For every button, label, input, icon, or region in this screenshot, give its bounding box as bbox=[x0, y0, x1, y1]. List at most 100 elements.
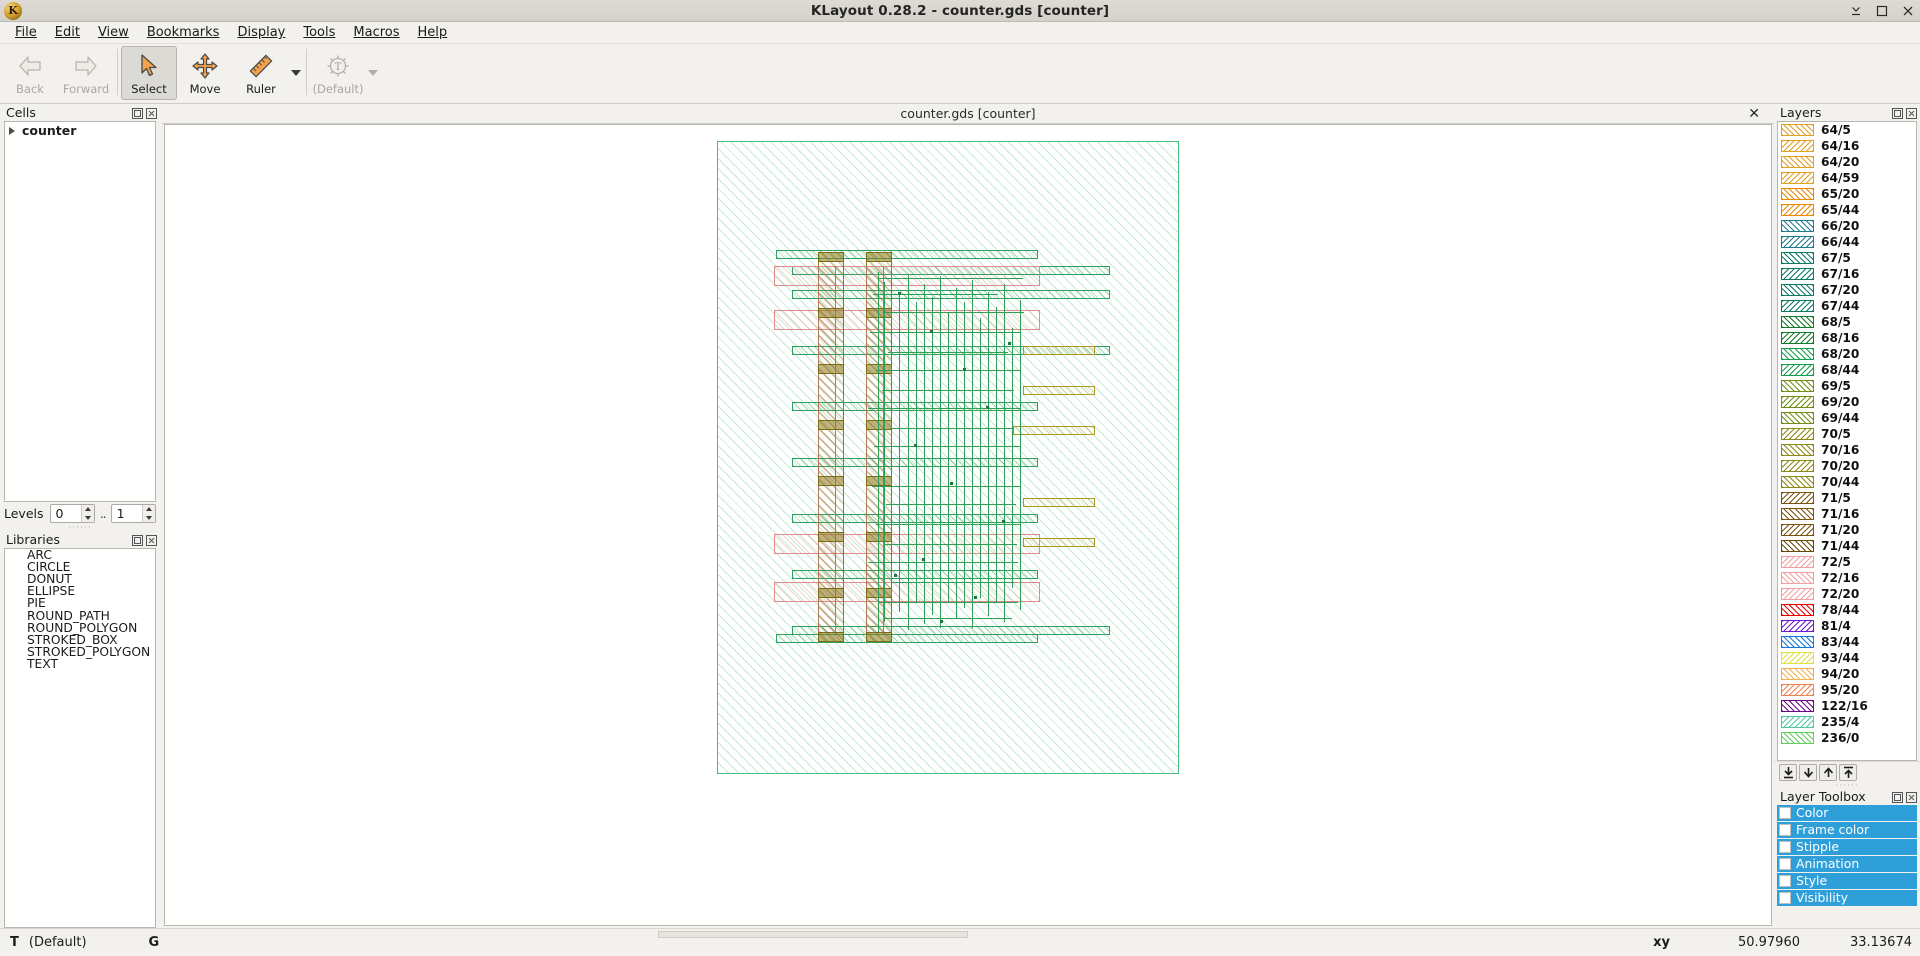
layer-row[interactable]: 68/5 bbox=[1778, 314, 1916, 330]
layer-toolbox-list[interactable]: Color Frame color Stipple Animation Style Vis… bbox=[1777, 805, 1917, 907]
layer-swatch[interactable] bbox=[1781, 316, 1814, 328]
layer-swatch[interactable] bbox=[1781, 444, 1814, 456]
layer-swatch[interactable] bbox=[1781, 124, 1814, 136]
menu-tools[interactable]: Tools bbox=[294, 23, 344, 42]
levels-from-up[interactable] bbox=[81, 505, 94, 514]
layer-row[interactable]: 64/20 bbox=[1778, 154, 1916, 170]
layer-row[interactable]: 70/20 bbox=[1778, 458, 1916, 474]
layer-row[interactable]: 69/44 bbox=[1778, 410, 1916, 426]
layer-row[interactable]: 70/44 bbox=[1778, 474, 1916, 490]
layer-row[interactable]: 71/16 bbox=[1778, 506, 1916, 522]
move-up-button[interactable] bbox=[1819, 764, 1837, 781]
checkbox[interactable] bbox=[1779, 823, 1791, 836]
forward-button[interactable]: Forward bbox=[58, 46, 114, 100]
menu-bookmarks[interactable]: Bookmarks bbox=[138, 23, 229, 42]
layers-close-icon[interactable] bbox=[1906, 107, 1917, 119]
layer-row[interactable]: 72/16 bbox=[1778, 570, 1916, 586]
layer-row[interactable]: 70/16 bbox=[1778, 442, 1916, 458]
layer-row[interactable]: 122/16 bbox=[1778, 698, 1916, 714]
toolbox-float-icon[interactable] bbox=[1892, 791, 1903, 803]
checkbox[interactable] bbox=[1779, 840, 1791, 853]
select-tool-button[interactable]: Select bbox=[121, 46, 177, 100]
layer-swatch[interactable] bbox=[1781, 652, 1814, 664]
library-item[interactable]: TEXT bbox=[5, 657, 155, 671]
layer-row[interactable]: 65/20 bbox=[1778, 186, 1916, 202]
layer-swatch[interactable] bbox=[1781, 364, 1814, 376]
layer-swatch[interactable] bbox=[1781, 524, 1814, 536]
layer-row[interactable]: 67/5 bbox=[1778, 250, 1916, 266]
layers-float-icon[interactable] bbox=[1892, 107, 1903, 119]
layer-swatch[interactable] bbox=[1781, 220, 1814, 232]
menu-help[interactable]: Help bbox=[409, 23, 457, 42]
layer-swatch[interactable] bbox=[1781, 700, 1814, 712]
move-to-top-button[interactable] bbox=[1839, 764, 1857, 781]
ruler-tool-button[interactable]: Ruler bbox=[233, 46, 289, 100]
close-icon[interactable] bbox=[1902, 5, 1914, 17]
layers-list[interactable]: 64/5 64/16 64/20 64/59 65/20 65/44 66/20 66/44 6… bbox=[1777, 121, 1917, 761]
layer-toolbox-item[interactable]: Frame color bbox=[1777, 822, 1917, 838]
checkbox[interactable] bbox=[1779, 857, 1791, 870]
layer-swatch[interactable] bbox=[1781, 204, 1814, 216]
toolbox-close-icon[interactable] bbox=[1906, 791, 1917, 803]
layer-swatch[interactable] bbox=[1781, 684, 1814, 696]
text-tool-dropdown-button[interactable] bbox=[366, 46, 380, 100]
layer-swatch[interactable] bbox=[1781, 572, 1814, 584]
levels-from-down[interactable] bbox=[81, 513, 94, 522]
layer-swatch[interactable] bbox=[1781, 188, 1814, 200]
layer-row[interactable]: 67/44 bbox=[1778, 298, 1916, 314]
layer-row[interactable]: 66/20 bbox=[1778, 218, 1916, 234]
layer-swatch[interactable] bbox=[1781, 604, 1814, 616]
cells-close-icon[interactable] bbox=[146, 107, 157, 119]
layer-row[interactable]: 64/59 bbox=[1778, 170, 1916, 186]
layer-row[interactable]: 69/5 bbox=[1778, 378, 1916, 394]
layer-row[interactable]: 70/5 bbox=[1778, 426, 1916, 442]
text-tool-button[interactable]: T (Default) bbox=[310, 46, 366, 100]
layer-row[interactable]: 67/16 bbox=[1778, 266, 1916, 282]
layer-row[interactable]: 72/20 bbox=[1778, 586, 1916, 602]
checkbox[interactable] bbox=[1779, 806, 1791, 819]
layer-row[interactable]: 68/20 bbox=[1778, 346, 1916, 362]
layer-row[interactable]: 68/44 bbox=[1778, 362, 1916, 378]
layer-swatch[interactable] bbox=[1781, 396, 1814, 408]
move-down-button[interactable] bbox=[1799, 764, 1817, 781]
layer-toolbox-item[interactable]: Style bbox=[1777, 873, 1917, 889]
layer-row[interactable]: 235/4 bbox=[1778, 714, 1916, 730]
libraries-float-icon[interactable] bbox=[132, 534, 143, 546]
layer-swatch[interactable] bbox=[1781, 636, 1814, 648]
layer-row[interactable]: 66/44 bbox=[1778, 234, 1916, 250]
layer-swatch[interactable] bbox=[1781, 172, 1814, 184]
layer-row[interactable]: 95/20 bbox=[1778, 682, 1916, 698]
minimize-icon[interactable] bbox=[1850, 5, 1862, 17]
layer-swatch[interactable] bbox=[1781, 252, 1814, 264]
layer-toolbox-item[interactable]: Color bbox=[1777, 805, 1917, 821]
layer-swatch[interactable] bbox=[1781, 460, 1814, 472]
layer-swatch[interactable] bbox=[1781, 380, 1814, 392]
layer-swatch[interactable] bbox=[1781, 540, 1814, 552]
layer-row[interactable]: 68/16 bbox=[1778, 330, 1916, 346]
levels-to-stepper[interactable]: 1 bbox=[110, 504, 156, 523]
layer-row[interactable]: 83/44 bbox=[1778, 634, 1916, 650]
layer-swatch[interactable] bbox=[1781, 412, 1814, 424]
layer-row[interactable]: 78/44 bbox=[1778, 602, 1916, 618]
levels-from-stepper[interactable]: 0 bbox=[49, 504, 95, 523]
cells-float-icon[interactable] bbox=[132, 107, 143, 119]
layer-row[interactable]: 94/20 bbox=[1778, 666, 1916, 682]
layer-row[interactable]: 64/5 bbox=[1778, 122, 1916, 138]
layer-row[interactable]: 65/44 bbox=[1778, 202, 1916, 218]
expand-triangle-icon[interactable] bbox=[9, 126, 15, 135]
layer-swatch[interactable] bbox=[1781, 620, 1814, 632]
layer-swatch[interactable] bbox=[1781, 268, 1814, 280]
checkbox[interactable] bbox=[1779, 891, 1791, 904]
cell-tree-item[interactable]: counter bbox=[5, 122, 155, 139]
menu-display[interactable]: Display bbox=[228, 23, 294, 42]
layer-row[interactable]: 81/4 bbox=[1778, 618, 1916, 634]
layer-swatch[interactable] bbox=[1781, 556, 1814, 568]
menu-view[interactable]: View bbox=[89, 23, 138, 42]
levels-to-down[interactable] bbox=[143, 513, 155, 522]
checkbox[interactable] bbox=[1779, 874, 1791, 887]
layer-swatch[interactable] bbox=[1781, 140, 1814, 152]
layer-row[interactable]: 69/20 bbox=[1778, 394, 1916, 410]
layer-row[interactable]: 64/16 bbox=[1778, 138, 1916, 154]
layer-swatch[interactable] bbox=[1781, 476, 1814, 488]
tab-close-icon[interactable]: ✕ bbox=[1748, 107, 1760, 121]
